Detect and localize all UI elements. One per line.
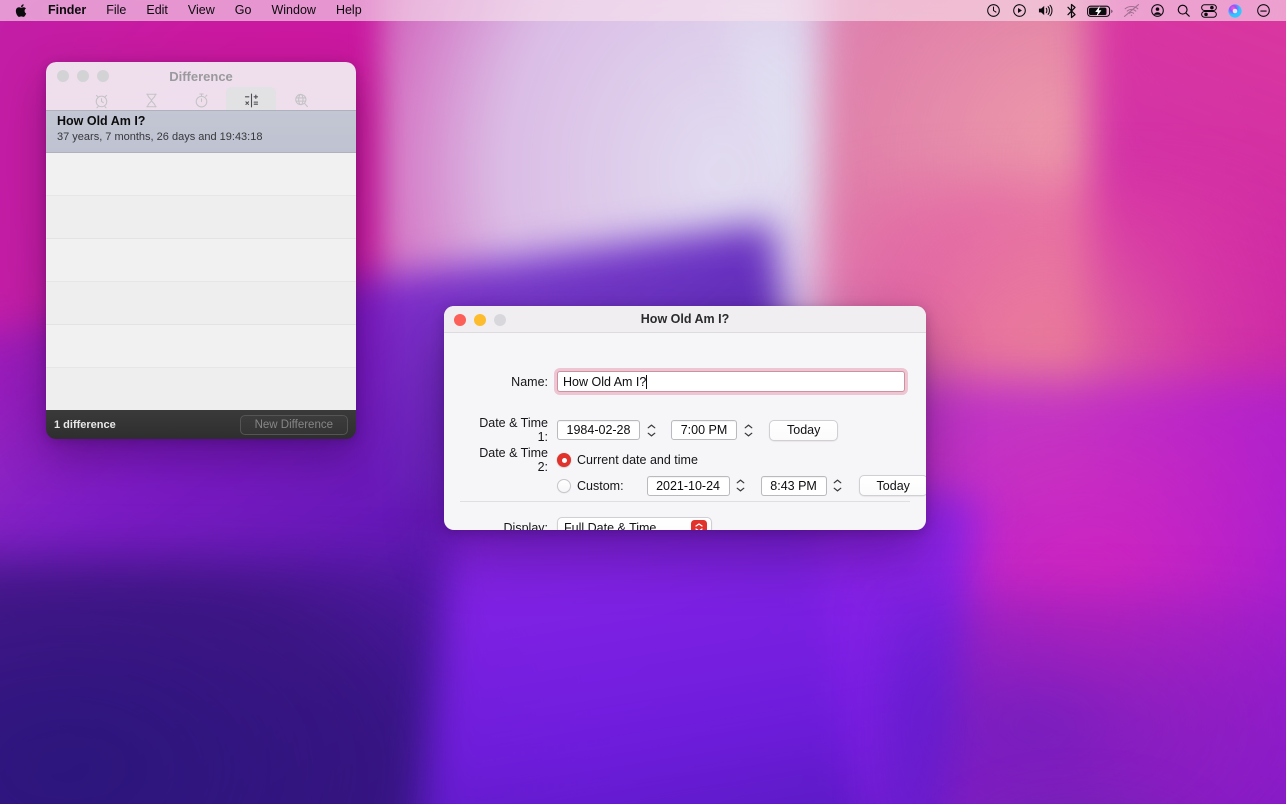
dialog-body: Name: How Old Am I? Date & Time 1: 1984-… (444, 333, 926, 530)
name-input[interactable]: How Old Am I? (557, 371, 905, 392)
new-difference-button[interactable]: New Difference (239, 414, 348, 435)
name-row: Name: How Old Am I? (466, 371, 905, 392)
display-label: Display: (503, 520, 548, 531)
apple-logo-icon[interactable] (0, 0, 38, 21)
volume-icon[interactable] (1032, 0, 1058, 21)
radio-custom-datetime[interactable] (557, 478, 571, 493)
alarm-clock-icon (93, 91, 110, 110)
hourglass-icon (143, 91, 160, 110)
menu-bar: Finder File Edit View Go Window Help (0, 0, 1286, 21)
list-item-subtitle: 37 years, 7 months, 26 days and 19:43:18 (57, 131, 263, 143)
datetime1-row: Date & Time 1: 1984-02-28 7:00 PM Today (466, 416, 839, 444)
name-label: Name: (511, 374, 548, 389)
list-item-empty (46, 282, 356, 325)
datetime1-label: Date & Time 1: (479, 416, 548, 444)
menu-item-window[interactable]: Window (261, 0, 325, 21)
difference-count-label: 1 difference (54, 418, 116, 431)
user-account-icon[interactable] (1144, 0, 1170, 21)
toolbar-divider (46, 110, 356, 111)
custom-time-stepper[interactable] (832, 476, 844, 496)
datetime1-date-stepper[interactable] (645, 420, 657, 440)
datetime1-today-button[interactable]: Today (769, 419, 839, 441)
radio-custom-datetime-label: Custom: (577, 478, 624, 493)
bluetooth-icon[interactable] (1058, 0, 1084, 21)
search-icon[interactable] (1170, 0, 1196, 21)
globe-icon (293, 91, 310, 110)
dialog-title: How Old Am I? (640, 312, 730, 326)
text-caret (646, 374, 648, 389)
menu-item-view[interactable]: View (178, 0, 225, 21)
display-format-value: Full Date & Time (564, 520, 657, 531)
menu-item-go[interactable]: Go (225, 0, 262, 21)
wifi-off-icon[interactable] (1118, 0, 1144, 21)
wallpaper-layer (930, 770, 1230, 804)
dialog-titlebar: How Old Am I? (444, 306, 926, 333)
list-item-empty (46, 325, 356, 368)
control-center-icon[interactable] (1196, 0, 1222, 21)
list-item-empty (46, 153, 356, 196)
radio-current-datetime-label: Current date and time (577, 453, 698, 467)
datetime1-date-input[interactable]: 1984-02-28 (557, 420, 640, 440)
siri-icon[interactable] (1222, 0, 1248, 21)
datetime1-time-stepper[interactable] (742, 420, 754, 440)
list-item-title: How Old Am I? (57, 114, 146, 128)
dialog-divider (460, 501, 910, 502)
edit-difference-dialog: How Old Am I? Name: How Old Am I? Date &… (444, 306, 926, 530)
clock-status-bar: 1 difference New Difference (46, 410, 356, 439)
clock-app-window: Difference Alarms (46, 62, 356, 439)
difference-list[interactable]: How Old Am I? 37 years, 7 months, 26 day… (46, 110, 356, 410)
list-item-empty (46, 196, 356, 239)
menu-item-finder[interactable]: Finder (38, 0, 96, 21)
menu-item-edit[interactable]: Edit (136, 0, 178, 21)
list-item[interactable]: How Old Am I? 37 years, 7 months, 26 day… (46, 110, 356, 153)
menu-item-file[interactable]: File (96, 0, 136, 21)
datetime2-custom-row: Custom: 2021-10-24 8:43 PM Today (557, 475, 926, 496)
custom-date-input[interactable]: 2021-10-24 (646, 475, 730, 496)
clock-window-titlebar: Difference Alarms (46, 62, 356, 127)
wallpaper-layer (1090, 0, 1286, 804)
clock-window-title: Difference (169, 69, 233, 84)
display-format-select[interactable]: Full Date & Time (557, 517, 712, 530)
wallpaper-layer (880, 590, 1286, 804)
name-input-value: How Old Am I? (563, 374, 647, 389)
desktop: Finder File Edit View Go Window Help Dif… (0, 0, 1286, 804)
menu-bar-status-area (980, 0, 1278, 21)
wallpaper-layer (0, 560, 560, 804)
battery-charging-icon[interactable] (1084, 0, 1118, 21)
stopwatch-icon (193, 91, 210, 110)
math-operations-icon (243, 91, 260, 110)
list-item-empty (46, 239, 356, 282)
chevron-updown-icon (691, 519, 707, 530)
list-item-empty (46, 368, 356, 410)
custom-today-button[interactable]: Today (858, 475, 926, 496)
custom-time-input[interactable]: 8:43 PM (760, 475, 827, 496)
datetime2-label: Date & Time 2: (479, 446, 548, 474)
datetime1-time-input[interactable]: 7:00 PM (671, 420, 737, 440)
screen-recording-icon[interactable] (1006, 0, 1032, 21)
custom-date-stepper[interactable] (735, 476, 747, 496)
do-not-disturb-icon[interactable] (1248, 0, 1278, 21)
datetime2-current-row: Date & Time 2: Current date and time (466, 446, 698, 474)
menu-item-help[interactable]: Help (326, 0, 372, 21)
radio-current-datetime[interactable] (557, 453, 571, 467)
clock-icon[interactable] (980, 0, 1006, 21)
display-row: Display: Full Date & Time (466, 517, 712, 530)
